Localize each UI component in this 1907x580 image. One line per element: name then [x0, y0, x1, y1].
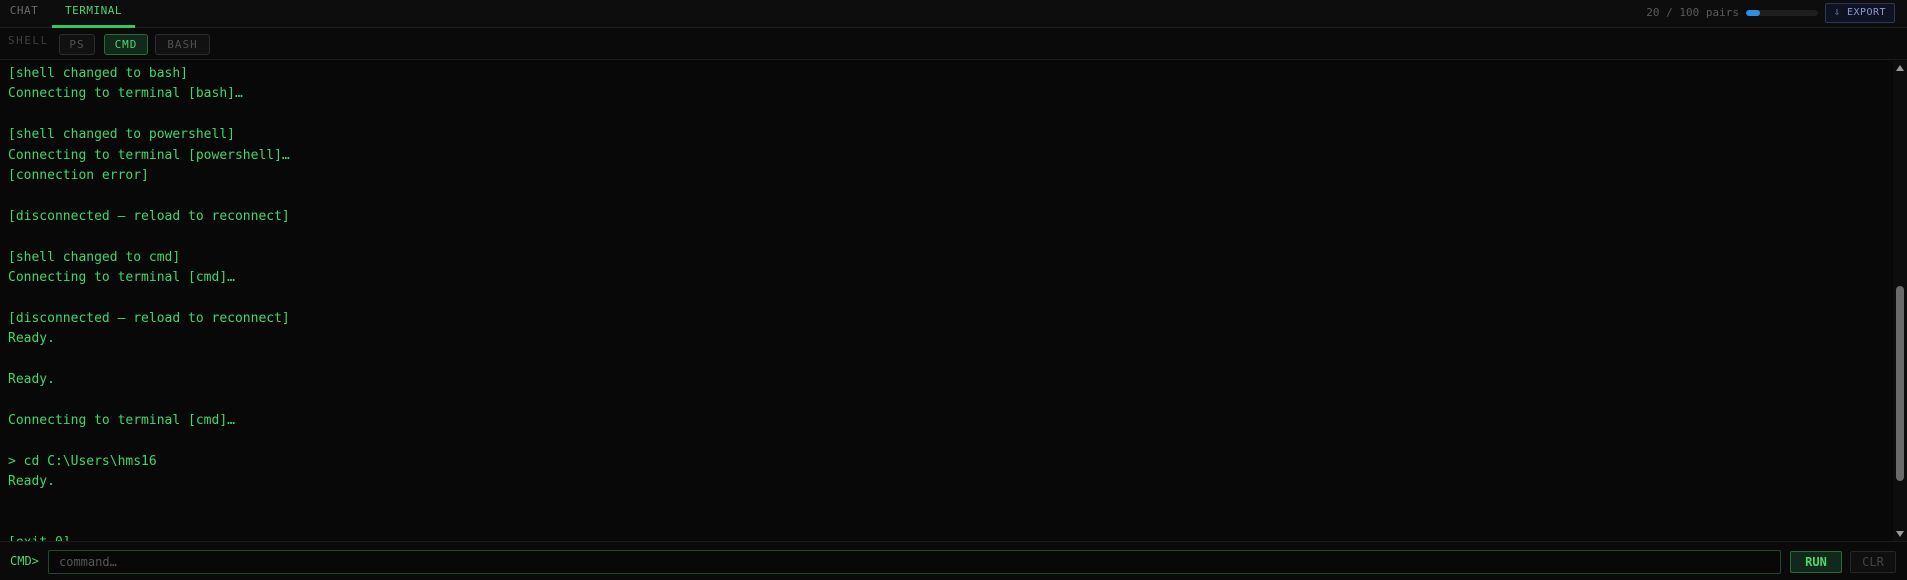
output-line: > cd C:\Users\hms16 [8, 453, 157, 469]
pairs-progress-fill [1746, 10, 1761, 16]
shell-option-cmd[interactable]: CMD [104, 34, 148, 55]
output-line: Connecting to terminal [powershell]… [8, 147, 290, 163]
output-line: [shell changed to cmd] [8, 249, 181, 265]
export-button[interactable]: ⇩ EXPORT [1825, 3, 1895, 23]
terminal-output[interactable]: [shell changed to bash] Connecting to ter… [0, 61, 1893, 541]
output-line: [shell changed to bash] [8, 66, 189, 81]
tab-chat[interactable]: CHAT [0, 0, 48, 28]
tab-bar: CHAT TERMINAL 20 / 100 pairs ⇩ EXPORT [0, 0, 1907, 28]
pairs-progress-bar [1746, 10, 1818, 16]
output-line: Connecting to terminal [cmd]… [8, 412, 235, 428]
output-line: [disconnected — reload to reconnect] [8, 310, 290, 326]
output-line: Ready. [8, 331, 55, 347]
scroll-up-icon[interactable] [1896, 65, 1904, 71]
output-line: Connecting to terminal [cmd]… [8, 270, 235, 285]
output-line: Ready. [8, 372, 55, 387]
shell-option-ps[interactable]: PS [59, 34, 95, 55]
output-line: Ready. [8, 474, 55, 489]
run-button[interactable]: RUN [1790, 551, 1842, 573]
pairs-counter: 20 / 100 pairs [1646, 6, 1739, 19]
shell-selector-bar: SHELL PS CMD BASH [0, 28, 1907, 60]
tab-terminal[interactable]: TERMINAL [52, 0, 135, 28]
output-line: [disconnected — reload to reconnect] [8, 208, 290, 224]
output-line: [connection error] [8, 168, 149, 183]
output-line: [shell changed to powershell] [8, 127, 235, 143]
command-prompt: CMD> [10, 554, 39, 568]
command-input[interactable] [48, 550, 1781, 574]
command-bar: CMD> RUN CLR [0, 541, 1907, 580]
shell-option-bash[interactable]: BASH [155, 34, 210, 55]
shell-label: SHELL [8, 34, 49, 47]
scrollbar-thumb[interactable] [1896, 286, 1904, 481]
scroll-down-icon[interactable] [1896, 531, 1904, 537]
clear-button[interactable]: CLR [1850, 551, 1896, 573]
output-line: Connecting to terminal [bash]… [8, 86, 243, 102]
output-scrollbar[interactable] [1893, 61, 1907, 541]
